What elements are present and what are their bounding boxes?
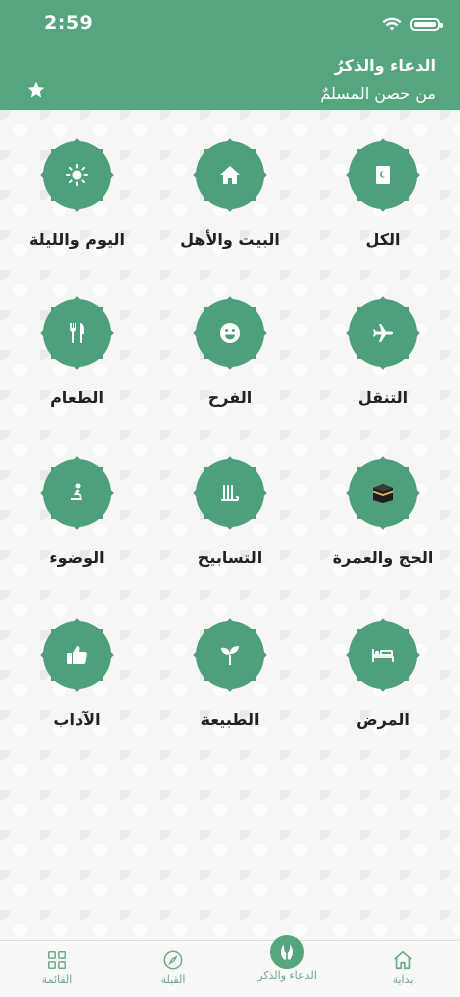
- tab-menu[interactable]: القائمة: [7, 941, 107, 997]
- tab-label: الدعاء والذكر: [257, 969, 317, 982]
- wifi-icon: [382, 17, 402, 30]
- home-icon: [394, 950, 412, 970]
- status-icons: [382, 14, 443, 34]
- category-label: الطبيعة: [200, 710, 260, 729]
- category-food[interactable]: الطعام: [17, 290, 137, 407]
- category-label: الفرح: [207, 388, 253, 407]
- dua-hands-icon: [280, 944, 294, 960]
- app-header: 2:59 الدعاء والذكرُ من حصن المسلمٌ: [0, 0, 460, 110]
- category-badge[interactable]: [340, 132, 426, 218]
- grid-icon: [48, 951, 66, 969]
- category-label: الآداب: [53, 710, 101, 729]
- fork-knife-icon: [70, 323, 84, 343]
- category-joy[interactable]: الفرح: [170, 290, 290, 407]
- category-label: الوضوء: [49, 548, 105, 567]
- allah-calligraphy-icon: [221, 485, 240, 501]
- status-time: 2:59: [44, 12, 94, 34]
- category-etiquette[interactable]: الآداب: [17, 612, 137, 729]
- compass-icon: [163, 950, 183, 970]
- category-label: اليوم والليلة: [28, 230, 126, 249]
- category-illness[interactable]: المرض: [323, 612, 443, 729]
- bed-icon: [372, 649, 394, 662]
- category-badge[interactable]: [187, 290, 273, 376]
- tab-bar: بداية الدعاء والذكر القبلة القائمة: [0, 935, 460, 997]
- smile-icon: [220, 323, 240, 343]
- category-wudu[interactable]: الوضوء: [17, 450, 137, 567]
- category-badge[interactable]: [34, 290, 120, 376]
- category-label: التنقل: [357, 388, 409, 407]
- category-label: البيت والأهل: [180, 230, 280, 249]
- category-badge[interactable]: [34, 132, 120, 218]
- battery-icon: [410, 17, 443, 31]
- category-nature[interactable]: الطبيعة: [170, 612, 290, 729]
- favorites-star-icon[interactable]: [26, 80, 46, 100]
- category-badge[interactable]: [340, 290, 426, 376]
- category-badge[interactable]: [34, 450, 120, 536]
- quran-book-icon: [376, 166, 390, 184]
- category-label: الكل: [365, 230, 401, 249]
- tab-start[interactable]: بداية: [353, 941, 453, 997]
- tab-label: بداية: [392, 973, 414, 986]
- category-day-night[interactable]: اليوم والليلة: [17, 132, 137, 249]
- category-all[interactable]: الكل: [323, 132, 443, 249]
- category-label: الحج والعمرة: [332, 548, 434, 567]
- category-label: المرض: [356, 710, 410, 729]
- category-label: الطعام: [50, 388, 104, 407]
- tab-label: القبلة: [160, 973, 186, 986]
- category-hajj-umrah[interactable]: الحج والعمرة: [323, 450, 443, 567]
- tab-label: القائمة: [41, 973, 73, 986]
- tab-qibla[interactable]: القبلة: [123, 941, 223, 997]
- sun-icon: [66, 164, 88, 186]
- category-badge[interactable]: [187, 450, 273, 536]
- sprout-icon: [221, 646, 239, 665]
- categories-panel: الكل البيت والأهل اليوم والليلة التنقل ا…: [0, 110, 460, 940]
- thumbs-up-icon: [67, 646, 87, 664]
- page-subtitle: من حصن المسلمٌ: [320, 84, 436, 103]
- category-label: التسابيح: [197, 548, 263, 567]
- active-tab-indicator: [270, 935, 304, 969]
- category-travel[interactable]: التنقل: [323, 290, 443, 407]
- category-tasbeeh[interactable]: التسابيح: [170, 450, 290, 567]
- category-badge[interactable]: [187, 132, 273, 218]
- house-icon: [220, 166, 240, 184]
- page-title: الدعاء والذكرُ: [334, 56, 436, 75]
- category-badge[interactable]: [34, 612, 120, 698]
- category-badge[interactable]: [340, 450, 426, 536]
- praying-person-icon: [71, 483, 82, 500]
- kaaba-icon: [373, 484, 393, 503]
- category-badge[interactable]: [187, 612, 273, 698]
- airplane-icon: [373, 324, 393, 342]
- category-home-family[interactable]: البيت والأهل: [170, 132, 290, 249]
- category-badge[interactable]: [340, 612, 426, 698]
- tab-dua-dhikr[interactable]: الدعاء والذكر: [237, 935, 337, 997]
